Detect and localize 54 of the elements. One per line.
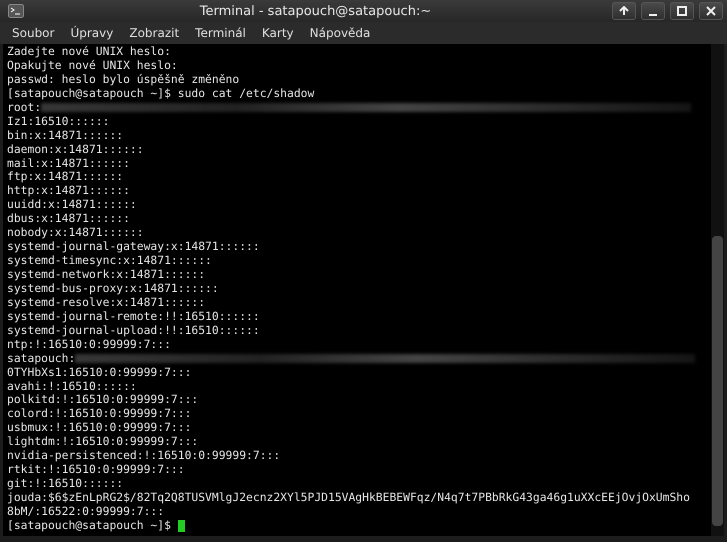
menu-item[interactable]: Nápověda (302, 26, 378, 40)
window-title: Terminal - satapouch@satapouch:~ (198, 4, 432, 18)
terminal-line: satapouch: (7, 352, 76, 366)
terminal-line: ftp:x:14871:::::: (7, 170, 124, 184)
close-icon (706, 6, 716, 16)
terminal-line: systemd-network:x:14871:::::: (7, 268, 206, 282)
text-cursor (178, 520, 185, 532)
terminal-line: git:!:16510:::::: (7, 477, 124, 492)
arrow-up-icon (619, 6, 629, 16)
terminal-line: mail:x:14871:::::: (7, 156, 130, 170)
scrollbar[interactable] (711, 44, 724, 536)
menu-item[interactable]: Terminál (187, 26, 254, 40)
terminal-line: Opakujte nové UNIX heslo: (7, 58, 178, 73)
terminal-line: systemd-resolve:x:14871:::::: (7, 296, 206, 310)
terminal-line: ntp:!:16510:0:99999:7::: (7, 338, 171, 352)
maximize-icon (677, 6, 687, 16)
terminal-line: rtkit:!:16510:0:99999:7::: (7, 463, 185, 478)
terminal-line: root: (7, 100, 42, 115)
close-button[interactable] (699, 2, 723, 20)
terminal-icon (8, 4, 24, 18)
menu-item[interactable]: Zobrazit (121, 26, 188, 40)
terminal-line: avahi:!:16510:::::: (7, 380, 137, 394)
terminal-line: passwd: heslo bylo úspěšně změněno (7, 72, 240, 87)
terminal-line: daemon:x:14871:::::: (7, 142, 144, 157)
terminal-line: systemd-timesync:x:14871:::::: (7, 254, 212, 268)
terminal-line: Iz1:16510:::::: (7, 114, 110, 129)
minimize-icon (648, 14, 658, 16)
terminal-line: systemd-journal-gateway:x:14871:::::: (7, 240, 260, 254)
terminal-line: uuidd:x:14871:::::: (7, 198, 137, 212)
terminal-line: nvidia-persistenced:!:16510:0:99999:7::: (7, 449, 280, 464)
terminal-line: http:x:14871:::::: (7, 184, 130, 198)
terminal-line: systemd-journal-remote:!!:16510:::::: (7, 310, 260, 324)
terminal-line: 8bM/:16522:0:99999:7::: (7, 504, 164, 519)
terminal-line: usbmux:!:16510:0:99999:7::: (7, 421, 192, 436)
menu-item[interactable]: Soubor (4, 26, 62, 40)
terminal-line: Zadejte nové UNIX heslo: (7, 45, 171, 59)
menu-item[interactable]: Úpravy (62, 26, 122, 40)
terminal-line: dbus:x:14871:::::: (7, 212, 130, 226)
keep-above-button[interactable] (612, 2, 636, 20)
terminal-line: lightdm:!:16510:0:99999:7::: (7, 435, 198, 450)
menu-item[interactable]: Karty (254, 26, 302, 40)
terminal-line: polkitd:!:16510:0:99999:7::: (7, 393, 198, 408)
minimize-button[interactable] (641, 2, 665, 20)
terminal-line: nobody:x:14871:::::: (7, 226, 144, 240)
terminal-line: [satapouch@satapouch ~]$ sudo cat /etc/shadow (7, 86, 314, 101)
terminal-line: systemd-journal-upload:!!:16510:::::: (7, 324, 260, 338)
maximize-button[interactable] (670, 2, 694, 20)
terminal-line: jouda:$6$zEnLpRG2$/82Tq2Q8TUSVMlgJ2ecnz2XYl5PJD15VAgHkBEBEWFqz/N4q7t7PBbRkG43ga46g1uXXcEEjOvjOxUmSho (7, 491, 690, 505)
terminal-line: bin:x:14871:::::: (7, 128, 124, 143)
terminal-line: systemd-bus-proxy:x:14871:::::: (7, 282, 219, 296)
terminal-line: colord:!:16510:0:99999:7::: (7, 407, 192, 422)
terminal-line: 0TYHbXs1:16510:0:99999:7::: (7, 366, 192, 380)
scrollbar-thumb[interactable] (712, 236, 723, 526)
shell-prompt: [satapouch@satapouch ~]$ (7, 518, 171, 533)
